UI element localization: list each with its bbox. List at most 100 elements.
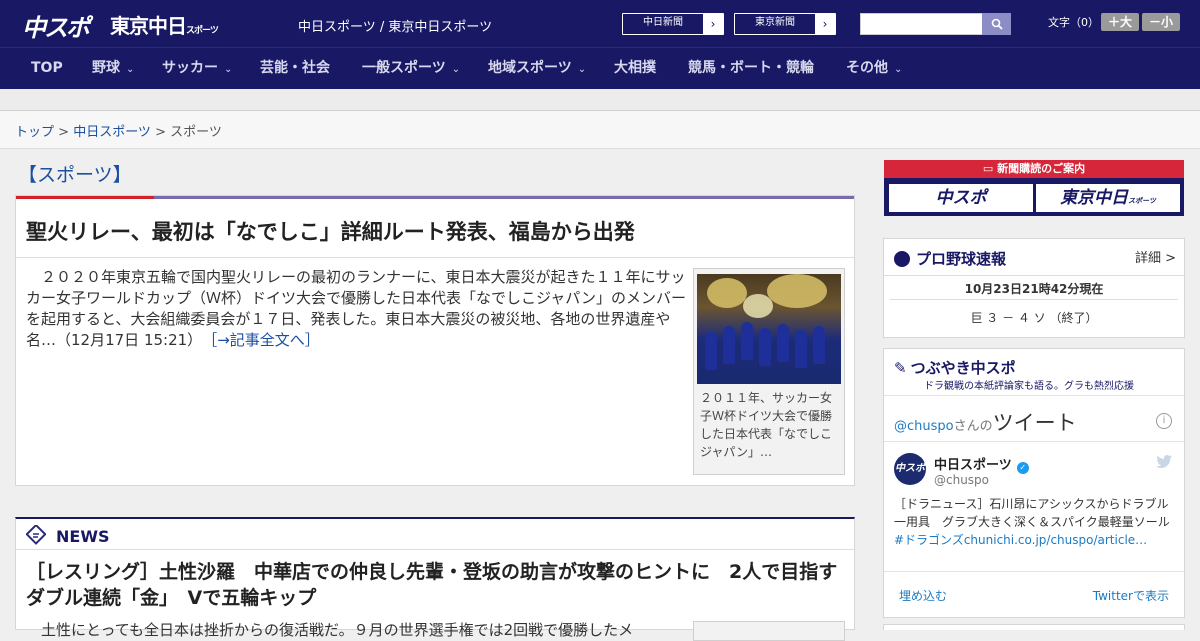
baseball-detail-link[interactable]: 詳細 > [1135,247,1176,266]
news-card: NEWS ［レスリング］土性沙羅 中華店での仲良し先輩・登坂の助言が攻撃のヒント… [15,517,855,641]
tokyo-chunichi-logo[interactable]: 東京中日スポーツ [110,10,219,39]
tweets-title: ✎ つぶやき中スポ [894,357,1016,378]
tweet-user-name[interactable]: 中日スポーツ ✓ [934,454,1029,474]
embed-link[interactable]: 埋め込む [899,587,947,604]
baseball-score[interactable]: 巨 ３ － ４ ソ （終了） [884,309,1184,326]
photo-caption: ２０１１年、サッカー女子Ｗ杯ドイツ大会で優勝した日本代表「なでしこジャパン」… [700,391,833,459]
confetti [767,274,827,308]
baseball-title-text: プロ野球速報 [916,250,1007,268]
divider [16,257,854,258]
sub-band [0,89,1200,111]
breadcrumb-sep: > [150,125,171,140]
article-photo[interactable] [697,274,841,384]
search-input[interactable] [860,13,983,35]
article-photo-box[interactable]: ２０１１年、サッカー女子Ｗ杯ドイツ大会で優勝した日本代表「なでしこジャパン」… [693,268,845,475]
baseball-icon [894,251,910,267]
nav-sumo[interactable]: 大相撲 [614,48,656,89]
player-figure [723,326,735,364]
breadcrumb-current: スポーツ [170,125,222,140]
view-on-twitter-link[interactable]: Twitterで表示 [1093,587,1169,604]
nav-local-sports[interactable]: 地域スポーツ ⌄ [488,48,586,89]
tweets-header-handle[interactable]: @chuspo [894,419,954,434]
nav-label: サッカー [162,60,218,76]
subscribe-tokyo-text: 東京中日 [1060,188,1129,208]
twitter-card: ✎ つぶやき中スポ ドラ観戦の本紙評論家も語る。グラも熱烈応援 @chuspoさん… [883,348,1185,618]
breadcrumb-sep: > [54,125,74,140]
twitter-bird-icon[interactable] [1156,455,1172,472]
top-header: 中スポ 東京中日スポーツ 中日スポーツ / 東京中日スポーツ 中日新聞 › 東京… [0,0,1200,48]
news-title[interactable]: ［レスリング］土性沙羅 中華店での仲良し先輩・登坂の助言が攻撃のヒントに 2人で… [26,559,846,611]
nav-top[interactable]: TOP [31,48,63,89]
divider [884,441,1184,442]
confetti [707,278,747,308]
article-body: ２０２０年東京五輪で国内聖火リレーの最初のランナーに、東日本大震災が起きた１１年… [26,267,686,351]
subscription-heading-text: 新聞購読のご案内 [997,162,1086,175]
article-excerpt: ２０２０年東京五輪で国内聖火リレーの最初のランナーに、東日本大震災が起きた１１年… [26,268,687,349]
nav-label: TOP [31,60,63,76]
chunichi-shimbun-link[interactable]: 中日新聞 › [622,13,724,35]
tweets-header: @chuspoさんのツイート [894,407,1077,437]
tweets-header-big: ツイート [992,411,1077,435]
breadcrumb: トップ > 中日スポーツ > スポーツ [15,121,222,140]
subscribe-tokyo-logo[interactable]: 東京中日スポーツ [1036,184,1180,212]
player-figure [813,326,825,364]
subscribe-chuspo-logo[interactable]: 中スポ [889,184,1033,212]
nav-label: 一般スポーツ [362,60,446,76]
accent-bar-red [16,196,154,199]
site-title[interactable]: 中日スポーツ / 東京中日スポーツ [298,16,492,35]
tweet-link[interactable]: #ドラゴンズchunichi.co.jp/chuspo/article… [894,533,1147,547]
nav-label: 野球 [92,60,120,76]
trophy [743,294,773,318]
baseball-title: プロ野球速報 [894,248,1006,269]
newspaper-icon: ▭ [982,162,998,175]
nav-soccer[interactable]: サッカー ⌄ [162,48,232,89]
sidebar-next-card [883,624,1185,630]
divider [16,549,854,550]
chevron-right-icon: › [703,14,723,34]
baseball-scores-card: プロ野球速報 詳細 > 10月23日21時42分現在 巨 ３ － ４ ソ （終了… [883,238,1185,338]
breadcrumb-top[interactable]: トップ [15,125,54,140]
player-figure [777,324,789,362]
top-article-card: 聖火リレー、最初は「なでしこ」詳細ルート発表、福島から出発 ２０２０年東京五輪で… [15,195,855,486]
search-icon [991,18,1003,30]
article-title[interactable]: 聖火リレー、最初は「なでしこ」詳細ルート発表、福島から出発 [26,216,635,246]
user-name-text: 中日スポーツ [934,458,1012,473]
tokyo-shimbun-link[interactable]: 東京新聞 › [734,13,836,35]
search-button[interactable] [982,13,1011,35]
nav-other[interactable]: その他 ⌄ [846,48,902,89]
chevron-down-icon: ⌄ [451,64,461,75]
read-more-link[interactable]: ［→記事全文へ］ [210,331,320,349]
font-larger-button[interactable]: ＋大 [1101,13,1139,31]
chuspo-logo[interactable]: 中スポ [22,8,90,43]
avatar[interactable]: 中スポ [894,453,926,485]
tweet-body: ［ドラニュース］石川昂にアシックスからドラブル一用具 グラブ大きく深く＆スパイク… [894,497,1170,529]
nav-baseball[interactable]: 野球 ⌄ [92,48,134,89]
news-icon [25,523,48,545]
player-figure [705,332,717,370]
tweets-title-text: つぶやき中スポ [910,359,1016,377]
news-label: NEWS [56,527,110,546]
divider [884,275,1184,276]
font-smaller-button[interactable]: －小 [1142,13,1180,31]
player-figure [795,330,807,368]
news-photo[interactable] [693,621,845,641]
nav-general-sports[interactable]: 一般スポーツ ⌄ [362,48,460,89]
chevron-down-icon: ⌄ [577,64,587,75]
player-figure [741,322,753,360]
divider [884,395,1184,396]
nav-label: その他 [846,60,888,76]
tweets-subtitle: ドラ観戦の本紙評論家も語る。グラも熱烈応援 [924,381,1134,392]
nav-label: 大相撲 [614,60,656,76]
chevron-down-icon: ⌄ [224,64,233,75]
tweet-text: ［ドラニュース］石川昂にアシックスからドラブル一用具 グラブ大きく深く＆スパイク… [894,495,1176,549]
chevron-down-icon: ⌄ [126,64,135,75]
nav-racing[interactable]: 競馬・ボート・競輪 [688,48,814,89]
chevron-down-icon: ⌄ [894,64,903,75]
info-icon[interactable]: i [1156,413,1172,429]
tweet-handle[interactable]: @chuspo [934,473,989,487]
tokyo-logo-small: スポーツ [186,26,219,36]
nav-entertainment[interactable]: 芸能・社会 [260,48,330,89]
subscribe-tokyo-small: スポーツ [1128,197,1156,205]
tokyo-logo-text: 東京中日 [110,14,187,38]
breadcrumb-chunichi[interactable]: 中日スポーツ [73,125,151,140]
